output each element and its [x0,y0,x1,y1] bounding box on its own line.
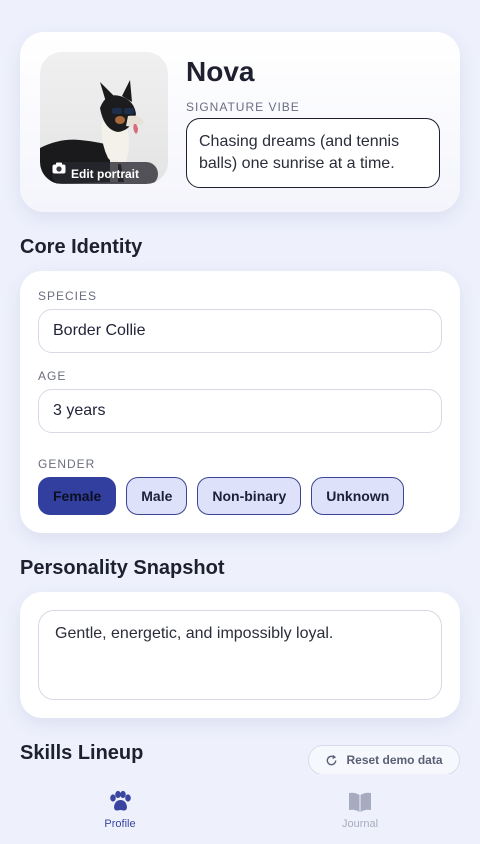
bottom-nav: Profile Journal [0,774,480,844]
edit-portrait-label: Edit portrait [71,167,139,181]
profile-scroll-area[interactable]: Edit portrait Nova SIGNATURE VIBE Chasin… [0,0,480,774]
personality-textarea[interactable]: Gentle, energetic, and impossibly loyal. [38,610,442,700]
pet-name: Nova [186,56,255,87]
reset-label: Reset demo data [346,753,443,767]
reset-demo-data-button[interactable]: Reset demo data [308,745,460,775]
edit-portrait-button[interactable]: Edit portrait [52,162,158,184]
species-input[interactable]: Border Collie [38,309,442,353]
gender-chip-unknown[interactable]: Unknown [311,477,405,515]
gender-chip-non-binary[interactable]: Non-binary [197,477,302,515]
signature-vibe-label: SIGNATURE VIBE [186,100,300,114]
book-icon [349,792,371,812]
core-identity-heading: Core Identity [20,236,143,258]
gender-options: Female Male Non-binary Unknown [38,477,405,515]
paw-icon [110,790,131,811]
age-input[interactable]: 3 years [38,389,442,433]
species-label: SPECIES [38,289,98,303]
camera-icon [52,162,66,174]
refresh-icon [327,754,337,765]
signature-vibe-input[interactable]: Chasing dreams (and tennis balls) one su… [186,118,440,188]
pet-portrait[interactable]: Edit portrait [40,52,168,184]
nav-label-profile: Profile [104,818,136,830]
age-label: AGE [38,369,67,383]
core-identity-card: SPECIES Border Collie AGE 3 years GENDER… [20,271,460,533]
nav-item-profile[interactable]: Profile [60,790,180,834]
nav-label-journal: Journal [341,818,379,830]
personality-card: Gentle, energetic, and impossibly loyal. [20,592,460,718]
profile-hero-card: Edit portrait Nova SIGNATURE VIBE Chasin… [20,32,460,212]
skills-heading: Skills Lineup [20,742,144,764]
nav-item-journal[interactable]: Journal [300,790,420,834]
gender-label: GENDER [38,457,96,471]
gender-chip-female[interactable]: Female [38,477,117,515]
personality-heading: Personality Snapshot [20,557,225,579]
gender-chip-male[interactable]: Male [126,477,188,515]
